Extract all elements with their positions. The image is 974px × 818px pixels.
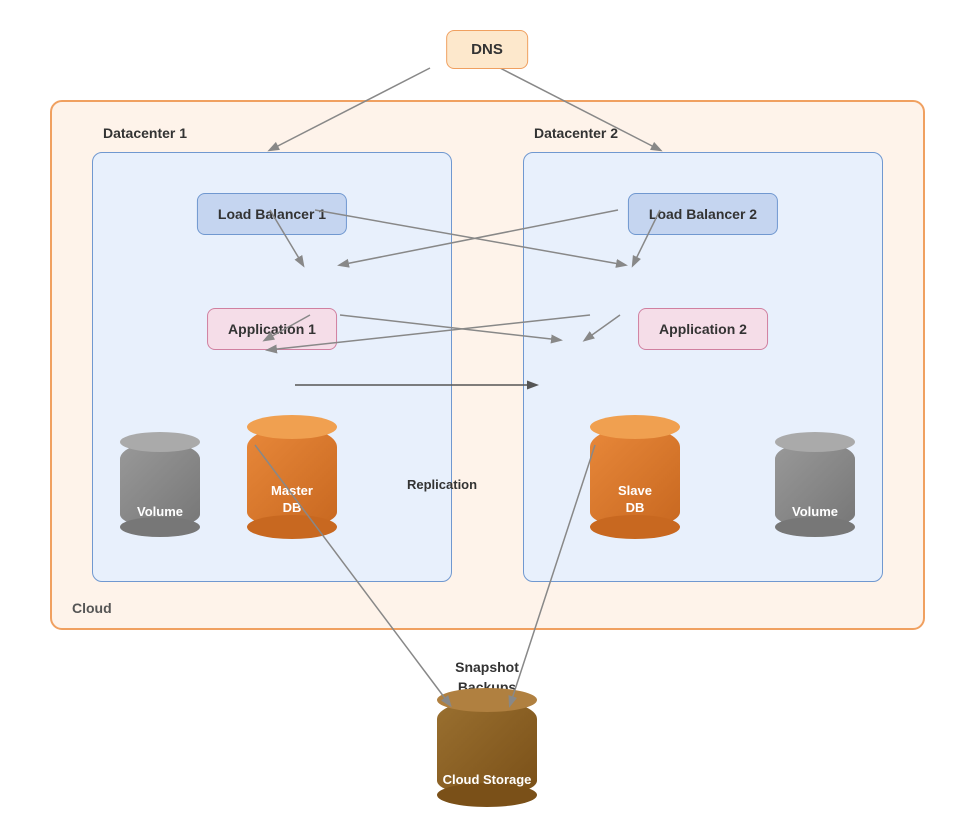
- load-balancer-1-box: Load Balancer 1: [197, 193, 347, 235]
- cloud-storage-wrapper: Cloud Storage: [437, 700, 537, 795]
- load-balancer-1-label: Load Balancer 1: [218, 206, 326, 222]
- dns-label: DNS: [471, 41, 503, 58]
- dns-box: DNS: [446, 30, 528, 69]
- application-2-box: Application 2: [638, 308, 768, 350]
- datacenter2-label: Datacenter 2: [534, 125, 618, 141]
- cloud-storage-db: [437, 700, 537, 795]
- volume-2-wrapper: Volume: [775, 442, 855, 527]
- load-balancer-2-box: Load Balancer 2: [628, 193, 778, 235]
- slave-db: [590, 427, 680, 527]
- application-1-label: Application 1: [228, 321, 316, 337]
- datacenter1-label: Datacenter 1: [103, 125, 187, 141]
- application-2-label: Application 2: [659, 321, 747, 337]
- cloud-box: Cloud Datacenter 1 Load Balancer 1 Appli…: [50, 100, 925, 630]
- master-db-wrapper: Master DB: [247, 427, 337, 527]
- volume-2-db: [775, 442, 855, 527]
- diagram-container: DNS Cloud Datacenter 1 Load Balancer 1 A…: [0, 0, 974, 818]
- application-1-box: Application 1: [207, 308, 337, 350]
- volume-1-db: [120, 442, 200, 527]
- load-balancer-2-label: Load Balancer 2: [649, 206, 757, 222]
- replication-label: Replication: [407, 477, 477, 492]
- slave-db-wrapper: Slave DB: [590, 427, 680, 527]
- master-db: [247, 427, 337, 527]
- cloud-label: Cloud: [72, 600, 112, 616]
- volume-1-wrapper: Volume: [120, 442, 200, 527]
